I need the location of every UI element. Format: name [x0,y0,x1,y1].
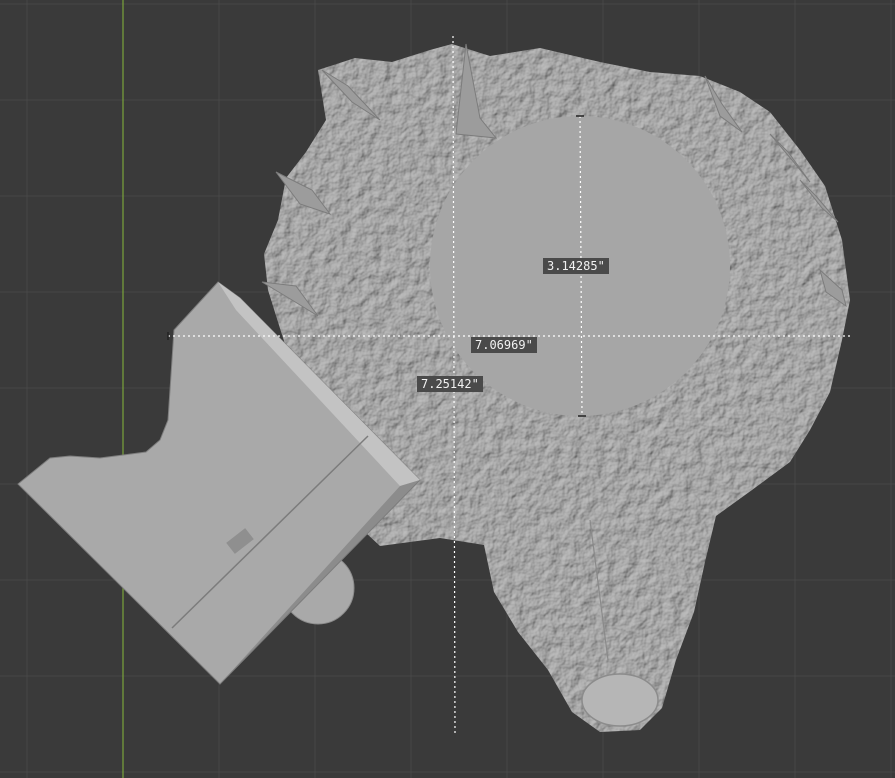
measure-height-label: 3.14285" [543,258,609,274]
measure-width-label: 7.06969" [471,337,537,353]
3d-viewport[interactable]: 3.14285" 7.06969" 7.25142" [0,0,895,778]
measure-depth-label: 7.25142" [417,376,483,392]
